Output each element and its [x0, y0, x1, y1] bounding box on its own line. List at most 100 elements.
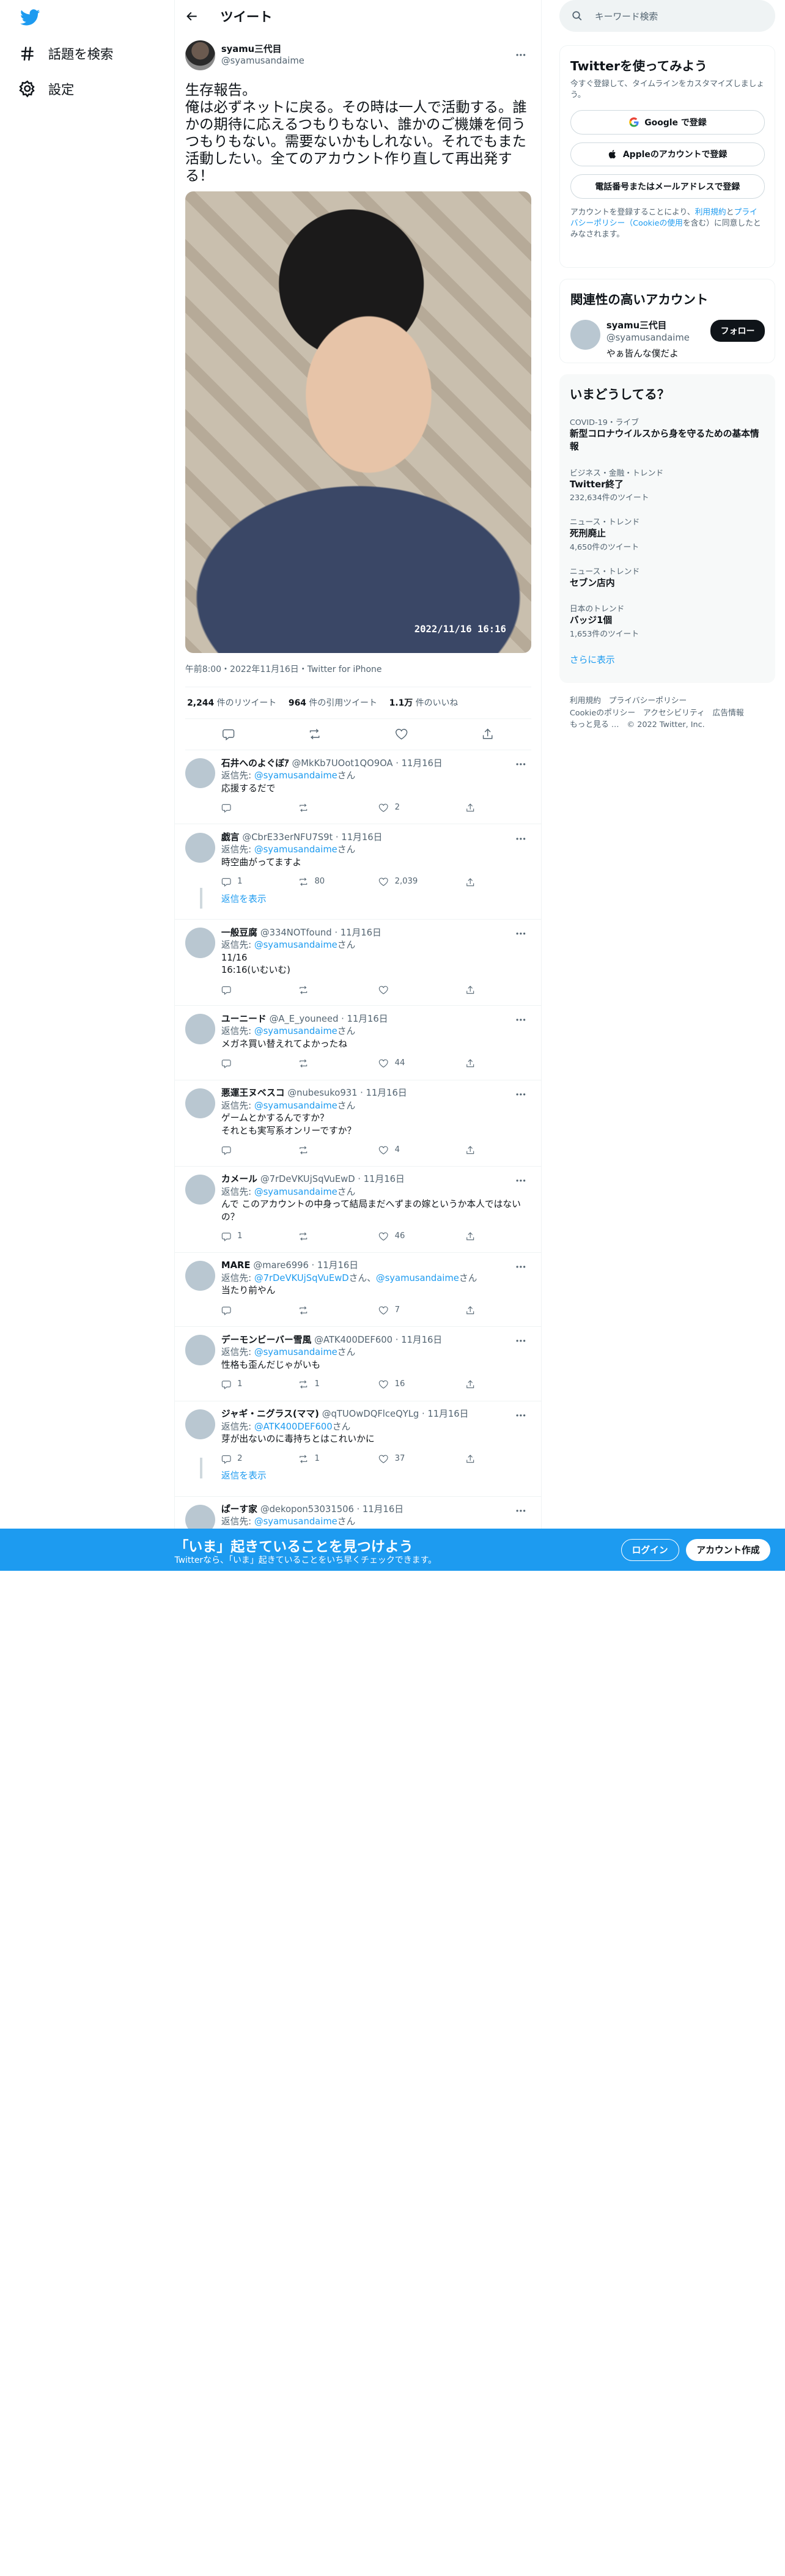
heart-icon[interactable]	[395, 728, 408, 740]
twitter-logo-icon[interactable]	[20, 9, 40, 26]
reply-to-link[interactable]: @syamusandaime	[376, 1273, 459, 1283]
reply-author-name[interactable]: 一般豆腐	[221, 927, 257, 940]
reply-author-name[interactable]: ジャギ・ニグラス(ママ)	[221, 1408, 319, 1421]
trends-show-more[interactable]: さらに表示	[570, 653, 765, 666]
reply-author-name[interactable]: 戯言	[221, 832, 240, 844]
reply-retweet-button[interactable]	[298, 1305, 378, 1315]
more-options-button[interactable]	[511, 1409, 531, 1422]
signup-button[interactable]: アカウント作成	[686, 1538, 770, 1561]
reply-retweet-button[interactable]	[298, 1058, 378, 1068]
reply-like-button[interactable]: 2,039	[378, 876, 465, 888]
reply-retweet-button[interactable]	[298, 985, 378, 995]
trend-item[interactable]: ニュース・トレンド セブン店内	[570, 565, 765, 589]
reply-to-link[interactable]: @syamusandaime	[254, 1187, 337, 1197]
apple-signup-button[interactable]: Appleのアカウントで登録	[570, 142, 765, 167]
reply-to-link[interactable]: @syamusandaime	[254, 1347, 337, 1357]
nav-settings[interactable]: 設定	[18, 79, 74, 98]
reply-tweet[interactable]: ジャギ・ニグラス(ママ) @qTUOwDQFlceQYLg · 11月16日 返信先…	[175, 1401, 541, 1497]
trend-item[interactable]: COVID-19・ライブ 新型コロナウイルスから身を守るための基本情報	[570, 416, 765, 454]
nav-explore[interactable]: 話題を検索	[18, 44, 113, 63]
reply-like-button[interactable]: 16	[378, 1378, 465, 1391]
reply-like-button[interactable]: 37	[378, 1453, 465, 1466]
reply-tweet[interactable]: 戯言 @CbrE33erNFU7S9t · 11月16日 返信先: @syamusa…	[175, 824, 541, 920]
reply-author-handle[interactable]: @mare6996 · 11月16日	[253, 1260, 358, 1272]
reply-share-button[interactable]	[465, 1305, 475, 1315]
reply-share-button[interactable]	[465, 1231, 475, 1241]
reply-retweet-button[interactable]: 1	[298, 1453, 378, 1466]
reply-reply-button[interactable]: 2	[221, 1453, 298, 1466]
avatar[interactable]	[185, 40, 216, 70]
reply-share-button[interactable]	[465, 877, 475, 887]
footer-links-2[interactable]: Cookieのポリシー アクセシビリティ 広告情報	[570, 707, 765, 720]
reply-share-button[interactable]	[465, 1379, 475, 1389]
reply-author-handle[interactable]: @qTUOwDQFlceQYLg · 11月16日	[322, 1408, 469, 1421]
trend-item[interactable]: ニュース・トレンド 死刑廃止 4,650件のツイート	[570, 515, 765, 552]
reply-like-button[interactable]: 7	[378, 1304, 465, 1317]
more-options-button[interactable]	[511, 833, 531, 845]
reply-reply-button[interactable]: 1	[221, 1378, 298, 1391]
reply-reply-button[interactable]: 1	[221, 876, 298, 888]
avatar[interactable]	[185, 1261, 216, 1291]
reply-like-button[interactable]	[378, 985, 465, 995]
reply-retweet-button[interactable]	[298, 1231, 378, 1241]
phone-email-signup-button[interactable]: 電話番号またはメールアドレスで登録	[570, 174, 765, 199]
reply-author-handle[interactable]: @334NOTfound · 11月16日	[260, 927, 381, 940]
reply-tweet[interactable]: 一般豆腐 @334NOTfound · 11月16日 返信先: @syamusand…	[175, 920, 541, 1006]
reply-tweet[interactable]: MARE @mare6996 · 11月16日 返信先: @7rDeVKUjSqVu…	[175, 1253, 541, 1327]
reply-author-name[interactable]: 悪運王ヌベスコ	[221, 1087, 285, 1100]
reply-like-button[interactable]: 46	[378, 1230, 465, 1243]
more-options-button[interactable]	[511, 758, 531, 770]
footer-links-3[interactable]: もっと見る … © 2022 Twitter, Inc.	[570, 719, 765, 731]
retweet-icon[interactable]	[308, 728, 321, 740]
more-options-button[interactable]	[511, 1088, 531, 1101]
more-options-button[interactable]	[511, 49, 531, 61]
show-replies-link[interactable]: 返信を表示	[221, 893, 531, 911]
follow-button[interactable]: フォロー	[710, 320, 765, 342]
login-button[interactable]: ログイン	[621, 1538, 679, 1561]
reply-like-button[interactable]: 44	[378, 1057, 465, 1070]
reply-to-link[interactable]: @syamusandaime	[254, 940, 337, 950]
trend-item[interactable]: 日本のトレンド バッジ1個 1,653件のツイート	[570, 602, 765, 638]
trend-item[interactable]: ビジネス・金融・トレンド Twitter終了 232,634件のツイート	[570, 467, 765, 503]
quote-stat[interactable]: 964 件の引用ツイート	[289, 696, 377, 709]
reply-retweet-button[interactable]: 80	[298, 876, 378, 888]
reply-reply-button[interactable]	[221, 803, 298, 813]
reply-author-handle[interactable]: @dekopon53031506 · 11月16日	[260, 1504, 404, 1516]
reply-to-link[interactable]: @syamusandaime	[254, 1516, 337, 1527]
search-input[interactable]: キーワード検索	[559, 0, 776, 32]
author-username[interactable]: @syamusandaime	[221, 55, 304, 67]
related-account[interactable]: syamu三代目 @syamusandaime やぁ皆んな僕だよ フォロー	[570, 320, 765, 360]
reply-author-name[interactable]: カメール	[221, 1173, 257, 1186]
reply-reply-button[interactable]	[221, 1305, 298, 1316]
reply-tweet[interactable]: ユーニード @A_E_youneed · 11月16日 返信先: @syamusan…	[175, 1006, 541, 1080]
reply-share-button[interactable]	[465, 1058, 475, 1068]
reply-to-link[interactable]: @syamusandaime	[254, 1101, 337, 1111]
related-avatar[interactable]	[570, 320, 601, 350]
related-handle[interactable]: @syamusandaime	[606, 332, 690, 344]
reply-to-link[interactable]: @ATK400DEF600	[254, 1422, 333, 1432]
reply-retweet-button[interactable]: 1	[298, 1378, 378, 1391]
related-name[interactable]: syamu三代目	[606, 320, 690, 332]
reply-author-name[interactable]: ユーニード	[221, 1013, 267, 1026]
reply-tweet[interactable]: 悪運王ヌベスコ @nubesuko931 · 11月16日 返信先: @syamus…	[175, 1080, 541, 1167]
reply-tweet[interactable]: カメール @7rDeVKUjSqVuEwD · 11月16日 返信先: @syamu…	[175, 1167, 541, 1253]
show-replies-link[interactable]: 返信を表示	[221, 1470, 531, 1488]
reply-author-name[interactable]: デーモンビーバー雪風	[221, 1334, 311, 1347]
reply-author-handle[interactable]: @nubesuko931 · 11月16日	[287, 1087, 407, 1100]
retweet-stat[interactable]: 2,244 件のリツイート	[187, 696, 276, 709]
share-icon[interactable]	[481, 728, 494, 740]
reply-to-link[interactable]: @syamusandaime	[254, 844, 337, 855]
back-arrow-icon[interactable]	[185, 10, 198, 23]
reply-tweet[interactable]: 石井へのよぐぼｱ @MkKb7UOot1QO9OA · 11月16日 返信先: @s…	[175, 750, 541, 825]
tweet-author[interactable]: syamu三代目 @syamusandaime	[185, 39, 531, 71]
avatar[interactable]	[185, 928, 216, 958]
google-signup-button[interactable]: Google で登録	[570, 110, 765, 135]
avatar[interactable]	[185, 832, 216, 863]
reply-reply-button[interactable]	[221, 1145, 298, 1156]
reply-author-name[interactable]: 石井へのよぐぼｱ	[221, 758, 289, 770]
avatar[interactable]	[185, 1409, 216, 1439]
reply-author-handle[interactable]: @MkKb7UOot1QO9OA · 11月16日	[292, 758, 442, 770]
reply-tweet[interactable]: デーモンビーバー雪風 @ATK400DEF600 · 11月16日 返信先: @sy…	[175, 1327, 541, 1401]
reply-author-handle[interactable]: @ATK400DEF600 · 11月16日	[314, 1334, 442, 1347]
reply-author-handle[interactable]: @7rDeVKUjSqVuEwD · 11月16日	[260, 1173, 405, 1186]
